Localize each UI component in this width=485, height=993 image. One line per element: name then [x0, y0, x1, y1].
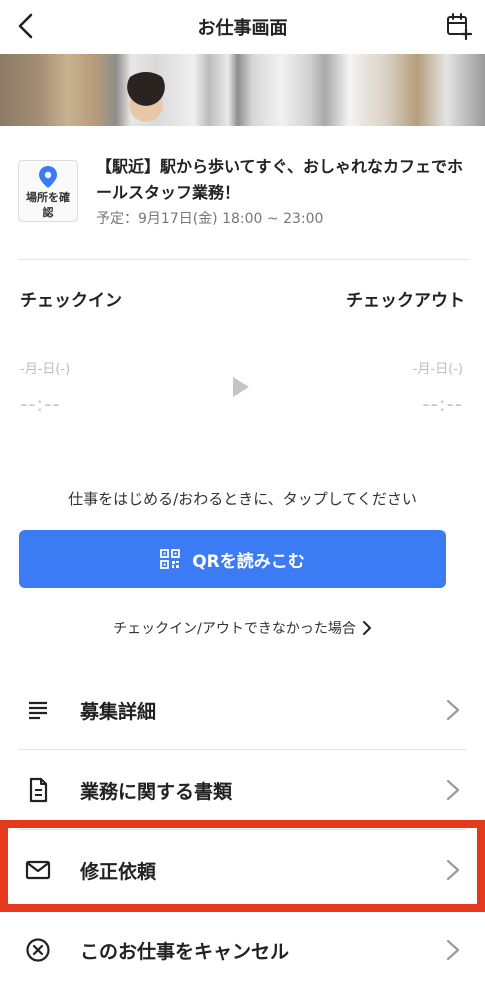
checkin-date: -月-日(-) — [20, 362, 71, 377]
arrow-right-play-icon — [233, 377, 249, 397]
chevron-right-icon — [446, 939, 460, 961]
menu-item-label: このお仕事をキャンセル — [80, 941, 290, 963]
chevron-right-icon — [446, 699, 460, 721]
checkout-date: -月-日(-) — [412, 362, 463, 377]
map-pin-icon — [39, 166, 57, 188]
checkin-trouble-label: チェックイン/アウトできなかった場合 — [113, 621, 356, 637]
menu-item-label: 業務に関する書類 — [80, 781, 233, 803]
menu-item-cancel-job[interactable]: このお仕事をキャンセル — [18, 910, 466, 990]
menu-item-correction-request[interactable]: 修正依頼 — [18, 830, 466, 910]
envelope-icon — [25, 860, 51, 880]
list-lines-icon — [29, 701, 47, 720]
menu-item-label: 修正依頼 — [80, 861, 157, 883]
scan-qr-button[interactable]: QRを読みこむ — [19, 530, 446, 588]
job-summary: 場所を確認 【駅近】駅から歩いてすぐ、おしゃれなカフェでホールスタッフ業務！ 予… — [18, 148, 468, 260]
page-title: お仕事画面 — [197, 18, 288, 39]
scan-qr-label: QRを読みこむ — [192, 551, 305, 572]
chevron-right-icon — [446, 859, 460, 881]
document-icon — [29, 777, 48, 803]
location-button-label: 場所を確認 — [26, 191, 70, 219]
circle-x-icon — [26, 938, 50, 962]
checkin-instruction: 仕事をはじめる/おわるときに、タップしてください — [68, 490, 417, 508]
checkin-trouble-link[interactable]: チェックイン/アウトできなかった場合 — [0, 618, 485, 638]
job-scheduled-date: 予定：9月17日(金) 18:00 ~ 23:00 — [96, 211, 324, 227]
chevron-right-icon — [362, 621, 371, 635]
app-header: お仕事画面 — [0, 0, 485, 54]
checkin-time: --:-- — [20, 392, 61, 416]
qr-code-icon — [160, 549, 181, 569]
checkin-label: チェックイン — [20, 291, 122, 311]
menu-item-job-documents[interactable]: 業務に関する書類 — [18, 750, 466, 830]
chevron-right-icon — [446, 779, 460, 801]
menu-item-label: 募集詳細 — [80, 701, 157, 723]
add-calendar-button[interactable] — [441, 8, 477, 44]
job-hero-image — [0, 54, 485, 126]
menu-item-job-details[interactable]: 募集詳細 — [18, 670, 466, 750]
checkout-label: チェックアウト — [346, 291, 465, 311]
location-button[interactable]: 場所を確認 — [18, 160, 78, 222]
job-title: 【駅近】駅から歩いてすぐ、おしゃれなカフェでホールスタッフ業務！ — [96, 157, 464, 202]
calendar-add-icon — [447, 13, 472, 40]
checkout-time: --:-- — [422, 392, 463, 416]
